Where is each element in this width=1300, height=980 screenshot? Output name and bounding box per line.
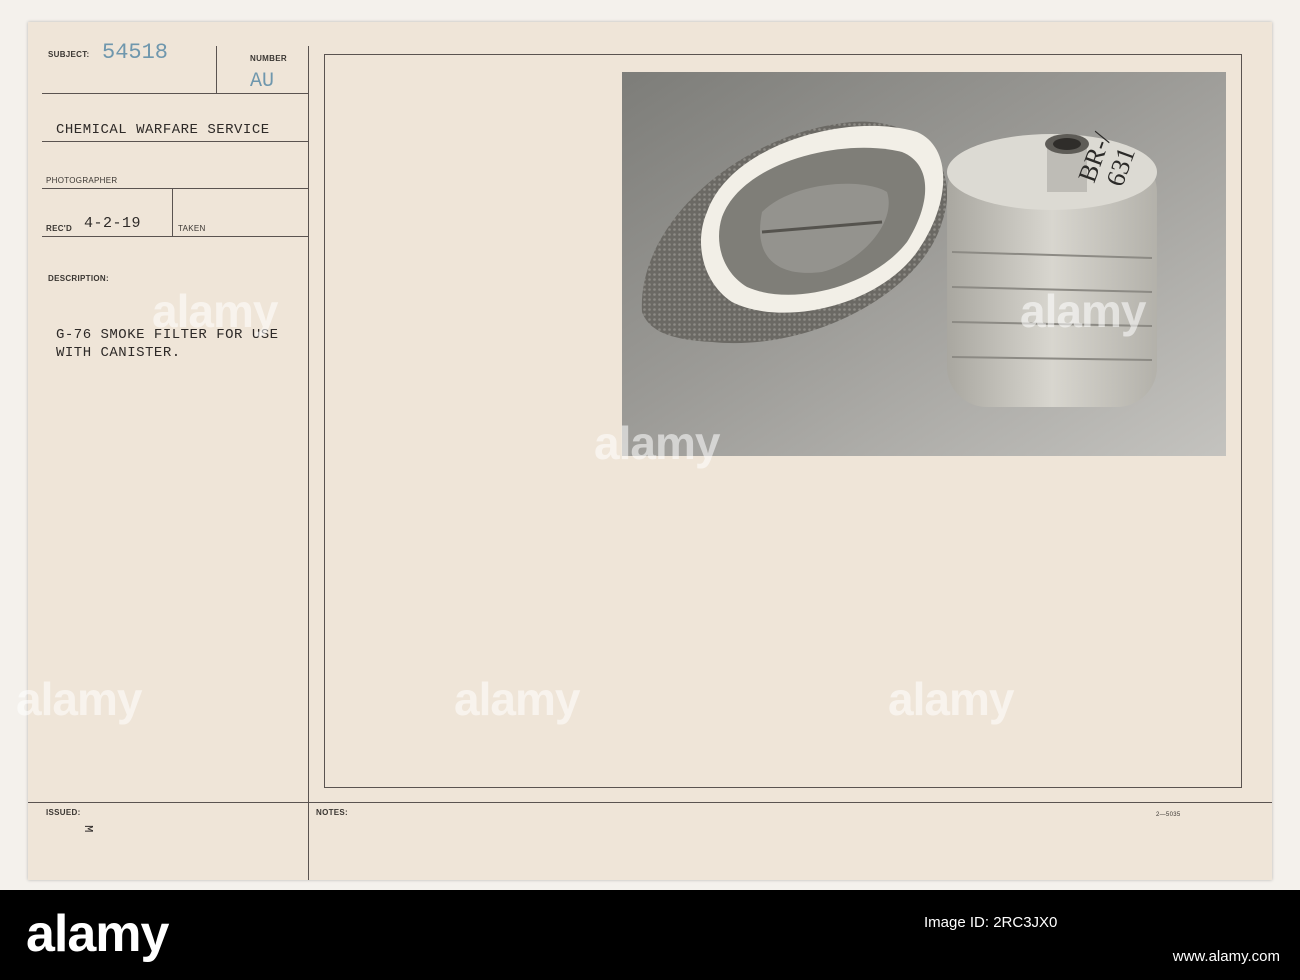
- issued-label: ISSUED:: [46, 808, 81, 817]
- agency-name: CHEMICAL WARFARE SERVICE: [56, 122, 270, 138]
- recd-date: 4-2-19: [84, 215, 142, 232]
- column-divider: [308, 46, 309, 880]
- photograph: BR-/ 631: [622, 72, 1226, 456]
- image-id: Image ID: 2RC3JX0: [924, 914, 1058, 931]
- subject-label: SUBJECT:: [48, 50, 90, 59]
- recd-label: REC'D: [46, 224, 73, 233]
- watermark-brand: alamy: [16, 673, 142, 725]
- watermark-brand: alamy: [594, 417, 720, 469]
- photographer-label: PHOTOGRAPHER: [46, 176, 118, 185]
- watermark-brand: alamy: [454, 673, 580, 725]
- archive-card: SUBJECT: 54518 NUMBER AU CHEMICAL WARFAR…: [16, 22, 1272, 880]
- watermark-brand: alamy: [1020, 285, 1146, 337]
- photo-canvas: BR-/ 631: [622, 72, 1226, 456]
- divider: [42, 188, 308, 189]
- divider: [42, 93, 308, 94]
- description-label: DESCRIPTION:: [48, 274, 109, 283]
- number-value: AU: [250, 70, 275, 93]
- divider: [42, 236, 308, 237]
- divider: [216, 46, 217, 94]
- subject-number: 54518: [102, 40, 169, 65]
- canister-shape: BR-/ 631: [947, 128, 1157, 407]
- number-label: NUMBER: [250, 54, 287, 63]
- watermark-brand: alamy: [888, 673, 1014, 725]
- issued-mark: M: [80, 825, 95, 833]
- footer-bar: alamy Image ID: 2RC3JX0 www.alamy.com: [0, 890, 1300, 980]
- description-line-2: WITH CANISTER.: [56, 345, 181, 361]
- watermark-brand: alamy: [152, 285, 278, 337]
- form-code: 2—5035: [1156, 812, 1181, 818]
- footer-logo: alamy: [26, 905, 169, 963]
- divider: [172, 188, 173, 236]
- notes-label: NOTES:: [316, 808, 349, 817]
- website-link[interactable]: www.alamy.com: [1173, 948, 1280, 965]
- divider: [28, 802, 1272, 803]
- taken-label: TAKEN: [178, 224, 206, 233]
- divider: [42, 141, 308, 142]
